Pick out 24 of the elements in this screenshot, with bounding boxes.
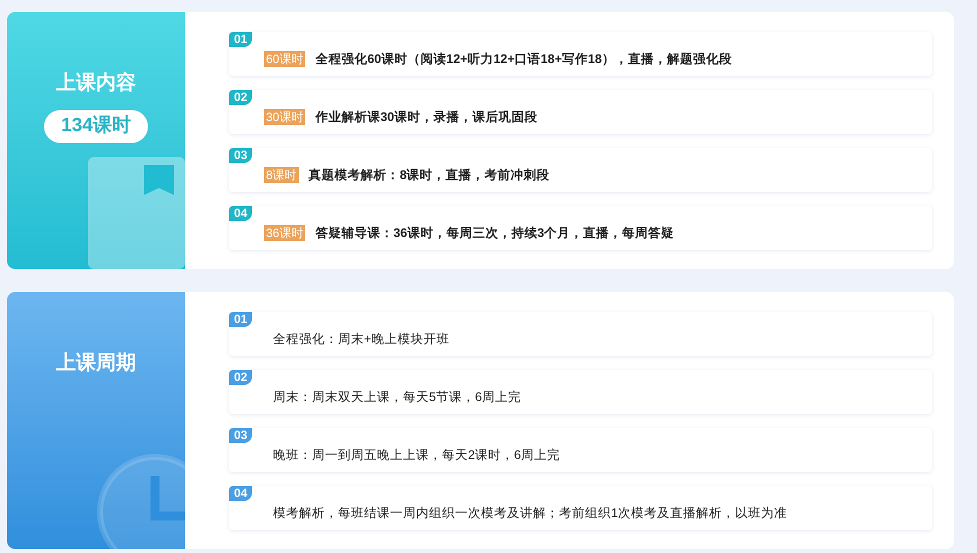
item-text: 作业解析课30课时，录播，课后巩固段	[315, 108, 538, 126]
item-text: 真题模考解析：8课时，直播，考前冲刺段	[308, 166, 550, 184]
number-badge: 04	[229, 206, 252, 221]
item-text: 模考解析，每班结课一周内组织一次模考及讲解；考前组织1次模考及直播解析，以班为准	[273, 504, 787, 522]
section-title: 上课周期	[56, 351, 136, 376]
item-text: 晚班：周一到周五晚上上课，每天2课时，6周上完	[273, 446, 560, 464]
number-badge: 03	[229, 148, 252, 163]
number-badge: 02	[229, 370, 252, 385]
item-text: 答疑辅导课：36课时，每周三次，持续3个月，直播，每周答疑	[315, 224, 674, 242]
hours-tag: 36课时	[264, 225, 306, 241]
hours-tag: 60课时	[264, 51, 306, 67]
hours-tag: 8课时	[264, 167, 299, 183]
number-badge: 01	[229, 312, 252, 327]
item-text: 周末：周末双天上课，每天5节课，6周上完	[273, 388, 521, 406]
item-text: 全程强化60课时（阅读12+听力12+口语18+写作18），直播，解题强化段	[315, 50, 732, 68]
hours-tag: 30课时	[264, 109, 306, 125]
number-badge: 02	[229, 90, 252, 105]
hours-badge: 134课时	[44, 110, 148, 142]
section-title: 上课内容	[56, 70, 136, 96]
number-badge: 04	[229, 486, 252, 501]
number-badge: 03	[229, 428, 252, 443]
number-badge: 01	[229, 32, 252, 47]
item-text: 全程强化：周末+晚上模块开班	[273, 330, 450, 348]
book-icon	[88, 157, 185, 269]
